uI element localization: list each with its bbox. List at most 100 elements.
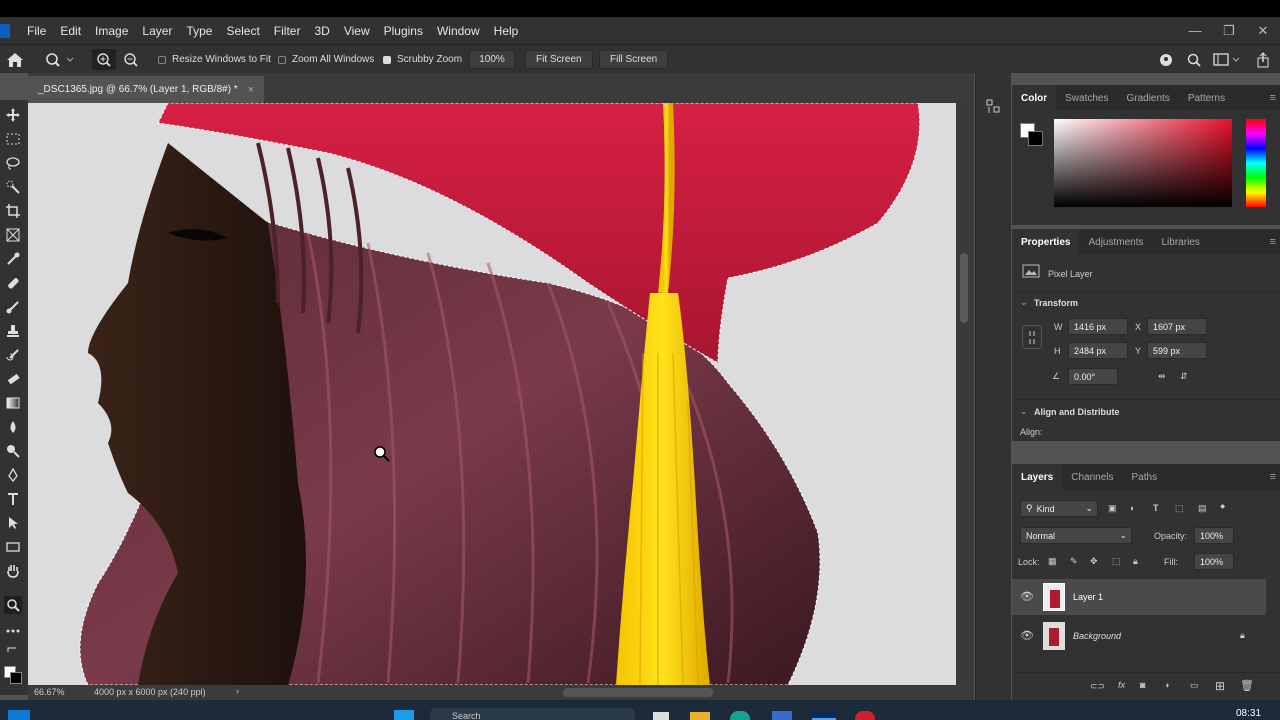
status-menu-arrow[interactable]: ›: [236, 686, 239, 696]
fit-screen-button[interactable]: Fit Screen: [525, 50, 593, 69]
dodge-tool-icon[interactable]: [4, 442, 22, 460]
tab-libraries[interactable]: Libraries: [1153, 229, 1209, 255]
eraser-tool-icon[interactable]: [4, 370, 22, 388]
brush-tool-icon[interactable]: [4, 298, 22, 316]
close-tab-icon[interactable]: ×: [248, 84, 254, 96]
lock-transparent-icon[interactable]: ▦: [1048, 556, 1057, 567]
recording-app-icon[interactable]: [855, 711, 875, 720]
y-position-field[interactable]: 599 px: [1147, 342, 1207, 359]
path-selection-tool-icon[interactable]: [4, 514, 22, 532]
menu-filter[interactable]: Filter: [267, 24, 308, 38]
type-tool-icon[interactable]: [4, 490, 22, 508]
home-icon[interactable]: [6, 45, 24, 74]
flip-horizontal-icon[interactable]: ⇹: [1158, 371, 1166, 382]
hue-slider[interactable]: [1246, 119, 1266, 207]
flip-vertical-icon[interactable]: ⇵: [1180, 371, 1188, 382]
healing-brush-tool-icon[interactable]: [4, 274, 22, 292]
angle-field[interactable]: 0.00°: [1068, 368, 1118, 385]
swap-colors-icon[interactable]: [4, 646, 22, 654]
background-color-swatch[interactable]: [10, 672, 22, 684]
tab-channels[interactable]: Channels: [1062, 464, 1122, 490]
height-field[interactable]: 2484 px: [1068, 342, 1128, 359]
lock-artboard-icon[interactable]: ⬚: [1112, 556, 1121, 567]
close-window-button[interactable]: ✕: [1246, 23, 1280, 39]
align-chevron-icon[interactable]: ⌄: [1020, 406, 1028, 417]
menu-window[interactable]: Window: [430, 24, 487, 38]
menu-help[interactable]: Help: [487, 24, 526, 38]
align-section-title[interactable]: Align and Distribute: [1034, 407, 1120, 417]
edge-browser-icon[interactable]: [730, 711, 750, 720]
discover-icon[interactable]: [1158, 45, 1174, 74]
vertical-scroll-thumb[interactable]: [960, 253, 968, 323]
menu-edit[interactable]: Edit: [53, 24, 88, 38]
status-zoom[interactable]: 66.67%: [34, 687, 65, 697]
transform-section-title[interactable]: Transform: [1034, 298, 1078, 308]
layer-filter-kind-select[interactable]: ⚲ Kind ⌄: [1020, 500, 1098, 517]
restore-button[interactable]: ❐: [1212, 23, 1246, 39]
tab-paths[interactable]: Paths: [1123, 464, 1167, 490]
tab-adjustments[interactable]: Adjustments: [1079, 229, 1152, 255]
background-visibility-eye-icon[interactable]: 👁︎: [1020, 629, 1034, 642]
filter-smart-object-icon[interactable]: ▤: [1198, 503, 1207, 514]
document-tab[interactable]: _DSC1365.jpg @ 66.7% (Layer 1, RGB/8#) *…: [28, 76, 265, 103]
zoom-all-windows-checkbox[interactable]: Zoom All Windows: [278, 45, 374, 74]
menu-image[interactable]: Image: [88, 24, 135, 38]
color-picker-field[interactable]: [1054, 119, 1232, 207]
document-canvas[interactable]: [28, 103, 956, 685]
windows-start-icon[interactable]: [394, 710, 414, 720]
minimize-button[interactable]: —: [1178, 23, 1212, 38]
menu-view[interactable]: View: [337, 24, 377, 38]
filter-shape-icon[interactable]: ⬚: [1175, 503, 1184, 514]
layer-1-name[interactable]: Layer 1: [1073, 592, 1103, 602]
zoom-tool-icon[interactable]: [4, 596, 22, 614]
color-background-swatch[interactable]: [1028, 131, 1043, 146]
delete-layer-icon[interactable]: 🗑︎: [1240, 679, 1254, 692]
clone-stamp-tool-icon[interactable]: [4, 322, 22, 340]
width-field[interactable]: 1416 px: [1068, 318, 1128, 335]
file-explorer-icon[interactable]: [690, 712, 710, 720]
filter-type-icon[interactable]: T: [1153, 503, 1159, 513]
tab-patterns[interactable]: Patterns: [1179, 85, 1234, 111]
resize-windows-checkbox[interactable]: Resize Windows to Fit: [158, 45, 271, 74]
properties-panel-menu-icon[interactable]: ≡: [1270, 236, 1276, 248]
search-icon[interactable]: [1186, 45, 1202, 74]
vertical-scrollbar[interactable]: [956, 103, 974, 685]
workspace-icon[interactable]: [1213, 45, 1241, 74]
new-layer-icon[interactable]: ⊞: [1215, 679, 1225, 693]
tab-properties[interactable]: Properties: [1012, 229, 1080, 255]
color-panel-menu-icon[interactable]: ≡: [1270, 92, 1276, 104]
task-view-icon[interactable]: [653, 712, 669, 720]
opacity-field[interactable]: 100%: [1194, 527, 1234, 544]
scrubby-zoom-checkbox[interactable]: Scrubby Zoom: [383, 45, 462, 74]
frame-tool-icon[interactable]: [4, 226, 22, 244]
layers-panel-menu-icon[interactable]: ≡: [1270, 471, 1276, 483]
menu-plugins[interactable]: Plugins: [377, 24, 430, 38]
link-dimensions-icon[interactable]: [1022, 325, 1042, 349]
menu-layer[interactable]: Layer: [135, 24, 179, 38]
background-layer-name[interactable]: Background: [1073, 631, 1121, 641]
layer-row-layer-1[interactable]: 👁︎ Layer 1: [1012, 579, 1266, 615]
layer-style-fx-icon[interactable]: fx: [1118, 680, 1125, 690]
fill-field[interactable]: 100%: [1194, 553, 1234, 570]
menu-type[interactable]: Type: [179, 24, 219, 38]
history-panel-icon[interactable]: [986, 99, 1000, 120]
layer-row-background[interactable]: 👁︎ Background 🔒︎: [1012, 618, 1266, 654]
tab-color[interactable]: Color: [1012, 85, 1057, 111]
history-brush-tool-icon[interactable]: [4, 346, 22, 364]
taskbar-search-box[interactable]: Search: [430, 708, 635, 720]
menu-3d[interactable]: 3D: [307, 24, 336, 38]
horizontal-scroll-thumb[interactable]: [563, 688, 713, 697]
eyedropper-tool-icon[interactable]: [4, 250, 22, 268]
tab-swatches[interactable]: Swatches: [1056, 85, 1117, 111]
filter-pixel-icon[interactable]: ▣: [1108, 503, 1117, 514]
start-left-icon[interactable]: [8, 710, 30, 720]
x-position-field[interactable]: 1607 px: [1147, 318, 1207, 335]
filter-toggle-icon[interactable]: ●: [1220, 501, 1225, 511]
pen-tool-icon[interactable]: [4, 466, 22, 484]
zoom-percent-field[interactable]: 100%: [469, 50, 515, 69]
new-group-icon[interactable]: ▭: [1190, 680, 1199, 691]
filter-adjustment-icon[interactable]: ◐: [1130, 503, 1135, 513]
zoom-in-icon[interactable]: [92, 49, 116, 70]
crop-tool-icon[interactable]: [4, 202, 22, 220]
more-tools-icon[interactable]: [4, 622, 22, 640]
